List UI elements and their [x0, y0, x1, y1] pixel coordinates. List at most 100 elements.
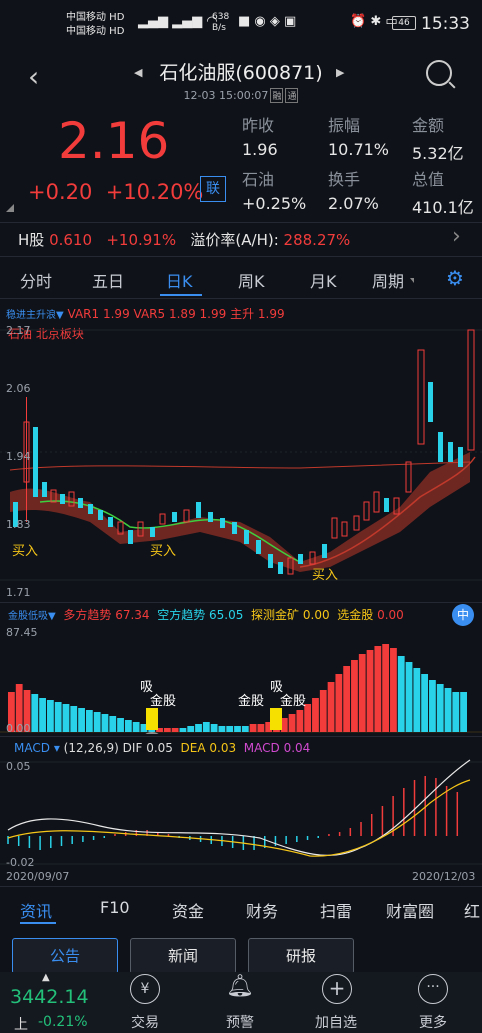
settings-gear-icon[interactable]: ⚙: [446, 266, 464, 290]
date-end: 2020/12/03: [412, 870, 476, 883]
jingu-bar: [132, 722, 140, 732]
jingu-bar: [241, 726, 249, 732]
candle: [353, 515, 360, 531]
trade-label[interactable]: 交易: [120, 1012, 170, 1032]
candle: [208, 512, 213, 522]
jingu-bar: [187, 726, 195, 732]
y-axis-2: 2.06: [6, 382, 31, 395]
amount-value: 5.32亿: [412, 144, 464, 163]
jingu-bar: [374, 646, 382, 732]
jingu-bar: [312, 698, 319, 732]
active-tab-indicator: [160, 294, 202, 296]
jingu-bar: [382, 644, 390, 732]
jingu-label: 金股: [280, 694, 307, 709]
alert-label[interactable]: 预警: [215, 1012, 265, 1032]
add-watchlist-icon[interactable]: +: [322, 974, 352, 1004]
candle: [363, 501, 370, 521]
candle: [417, 349, 425, 445]
candle: [159, 513, 166, 525]
amount-label: 金额: [412, 116, 445, 135]
more-label[interactable]: 更多: [408, 1012, 458, 1032]
macd-y-top: 0.05: [6, 760, 31, 773]
tab-funds[interactable]: 资金: [172, 898, 204, 922]
more-icon[interactable]: ···: [418, 974, 448, 1004]
current-price: 2.16: [58, 112, 170, 170]
jingu-bar: [202, 722, 210, 732]
tong-badge: 通: [285, 88, 299, 103]
h-share-row[interactable]: H股 0.610 +10.91% 溢价率(A/H): 288.27%: [18, 229, 350, 250]
prev-close-value: 1.96: [242, 140, 278, 159]
candle: [322, 544, 327, 558]
sector-label[interactable]: 石油: [242, 166, 274, 190]
mktcap-label: 总值: [412, 170, 445, 189]
candle: [268, 554, 273, 568]
index-value[interactable]: 3442.14: [10, 986, 89, 1008]
candle: [42, 482, 47, 497]
index-label: 上: [14, 1017, 28, 1033]
announcement-button[interactable]: 公告: [12, 938, 118, 974]
candle: [448, 442, 453, 462]
divider: [0, 256, 482, 257]
jingu-bar: [343, 666, 351, 732]
ma-line-red: [9, 461, 471, 471]
research-button[interactable]: 研报: [248, 938, 354, 974]
add-watchlist-label[interactable]: 加自选: [306, 1012, 366, 1032]
candle: [405, 461, 412, 493]
jingu-chart[interactable]: [0, 624, 482, 734]
jingu-signal-bar: [270, 708, 282, 730]
dea-line: [7, 779, 471, 857]
candle: [384, 498, 389, 512]
tab-risk[interactable]: 扫雷: [320, 898, 352, 922]
kline-legend[interactable]: 稳进主升浪▼ VAR1 1.99 VAR5 1.89 1.99 主升 1.99: [6, 305, 285, 322]
expand-icon[interactable]: 中: [452, 604, 474, 626]
tab-more[interactable]: 红: [464, 898, 482, 922]
jingu-label: 金股: [150, 694, 177, 709]
alarm-bluetooth-icons: ⏰ ✱ ▭: [350, 14, 398, 29]
amplitude-value: 10.71%: [328, 140, 390, 159]
tab-wealth-circle[interactable]: 财富圈: [386, 898, 434, 922]
jingu-bar: [351, 660, 358, 732]
divider: [0, 602, 482, 603]
tab-f10[interactable]: F10: [100, 898, 130, 917]
quote-time: 12-03 15:00:07 融通: [183, 88, 299, 103]
date-start: 2020/09/07: [6, 870, 70, 883]
macd-legend[interactable]: MACD ▾ (12,26,9) DIF 0.05 DEA 0.03 MACD …: [14, 741, 310, 755]
tab-intraday[interactable]: 分时: [20, 268, 52, 292]
candle: [172, 512, 177, 522]
jingu-bar: [62, 704, 70, 732]
kline-chart[interactable]: [0, 322, 482, 602]
tab-period[interactable]: 周期: [372, 268, 404, 292]
jingu-bar: [452, 692, 460, 732]
jingu-bar: [210, 724, 218, 732]
jingu-bar: [226, 726, 234, 732]
up-triangle-icon: ▲: [42, 972, 50, 983]
info-tabs: 资讯 F10 资金 财务 扫雷 财富圈 红: [0, 890, 482, 926]
candle: [244, 530, 249, 544]
tab-finance[interactable]: 财务: [246, 898, 278, 922]
turnover-label: 换手: [328, 170, 361, 189]
tab-daily-k[interactable]: 日K: [166, 268, 193, 292]
tab-news[interactable]: 资讯: [20, 898, 52, 922]
divider: [0, 886, 482, 887]
tab-five-day[interactable]: 五日: [92, 268, 124, 292]
carrier-2: 中国移动 HD: [66, 26, 125, 37]
candle: [88, 504, 93, 514]
jingu-bar: [436, 684, 444, 732]
jingu-bar: [117, 718, 124, 732]
trade-icon[interactable]: ¥: [130, 974, 160, 1004]
tab-monthly-k[interactable]: 月K: [310, 268, 337, 292]
battery-icon: 46: [392, 16, 416, 30]
bell-icon[interactable]: 🔔︎: [224, 974, 256, 999]
tab-weekly-k[interactable]: 周K: [238, 268, 265, 292]
jingu-bar: [429, 680, 436, 732]
amplitude-label: 振幅: [328, 116, 361, 135]
jingu-bar: [85, 710, 93, 732]
news-button[interactable]: 新闻: [130, 938, 236, 974]
next-stock-icon[interactable]: ▶: [336, 66, 344, 79]
macd-chart[interactable]: [0, 758, 482, 868]
expand-corner-icon[interactable]: [6, 204, 14, 212]
candle: [60, 494, 65, 504]
jingu-legend[interactable]: 金股低吸▼ 多方趋势 67.34 空方趋势 65.05 探测金矿 0.00 选金…: [8, 606, 404, 623]
lian-button[interactable]: 联: [200, 176, 226, 202]
chevron-right-icon[interactable]: ›: [452, 224, 461, 249]
